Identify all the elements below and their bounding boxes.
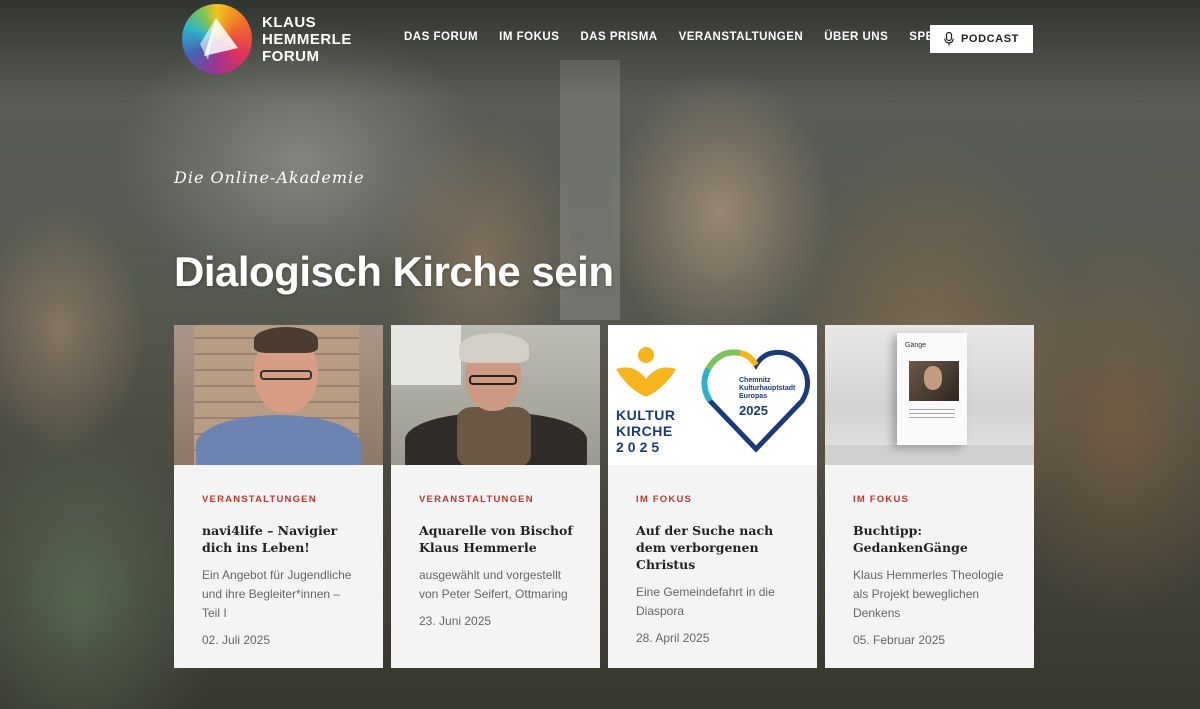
kultur-kirche-logo-icon [616, 347, 676, 397]
card-description: Eine Gemeindefahrt in die Diaspora [636, 585, 775, 618]
logo-line: HEMMERLE [262, 30, 352, 48]
card-image-book: Gänge [825, 325, 1034, 465]
site-header: KLAUS HEMMERLE FORUM DAS FORUM IM FOKUS … [0, 0, 1200, 78]
podcast-button-label: PODCAST [961, 33, 1019, 45]
card-image-portrait [391, 325, 600, 465]
teaser-card-list: VERANSTALTUNGEN navi4life – Navigier dic… [174, 325, 1034, 668]
card-title[interactable]: navi4life – Navigier dich ins Leben! [202, 522, 356, 556]
heart-logo-text: Chemnitz Kulturhauptstadt Europas 2025 [739, 377, 796, 418]
card-date: 05. Februar 2025 [853, 633, 946, 647]
card-title[interactable]: Buchtipp: GedankenGänge [853, 522, 1007, 556]
card-category[interactable]: IM FOKUS [853, 494, 1007, 505]
card-description: Ein Angebot für Jugendliche und ihre Beg… [202, 568, 352, 620]
nav-item-veranstaltungen[interactable]: VERANSTALTUNGEN [679, 31, 804, 43]
card-title[interactable]: Auf der Suche nach dem verborgenen Chris… [636, 522, 790, 573]
card-title[interactable]: Aquarelle von Bischof Klaus Hemmerle [419, 522, 573, 556]
logo-line: KLAUS [262, 13, 317, 31]
nav-item-im-fokus[interactable]: IM FOKUS [499, 31, 559, 43]
site-logo-link[interactable]: KLAUS HEMMERLE FORUM [182, 4, 352, 74]
hero-title: Dialogisch Kirche sein [174, 248, 614, 295]
card-description: ausgewählt und vorgestellt von Peter Sei… [419, 568, 568, 601]
nav-item-ueber-uns[interactable]: ÜBER UNS [824, 31, 888, 43]
microphone-icon [944, 32, 954, 46]
nav-item-das-forum[interactable]: DAS FORUM [404, 31, 478, 43]
teaser-card[interactable]: VERANSTALTUNGEN navi4life – Navigier dic… [174, 325, 383, 668]
card-date: 02. Juli 2025 [202, 633, 271, 647]
card-description: Klaus Hemmerles Theologie als Projekt be… [853, 568, 1004, 620]
card-date: 28. April 2025 [636, 631, 710, 645]
teaser-card[interactable]: KULTUR KIRCHE 2025 Chemnitz Kulturhaupts… [608, 325, 817, 668]
card-image-logos: KULTUR KIRCHE 2025 Chemnitz Kulturhaupts… [608, 325, 817, 465]
card-image-portrait [174, 325, 383, 465]
kultur-kirche-wordmark: KULTUR KIRCHE 2025 [616, 407, 676, 455]
prism-logo-icon [182, 4, 252, 74]
teaser-card[interactable]: Gänge IM FOKUS Buchtipp: GedankenGänge K… [825, 325, 1034, 668]
podcast-button[interactable]: PODCAST [930, 25, 1033, 53]
hero-kicker: Die Online-Akademie [174, 168, 365, 187]
card-date: 23. Juni 2025 [419, 614, 492, 628]
card-category[interactable]: VERANSTALTUNGEN [419, 494, 573, 505]
teaser-card[interactable]: VERANSTALTUNGEN Aquarelle von Bischof Kl… [391, 325, 600, 668]
nav-item-das-prisma[interactable]: DAS PRISMA [580, 31, 657, 43]
logo-wordmark: KLAUS HEMMERLE FORUM [262, 14, 352, 65]
logo-line: FORUM [262, 47, 320, 65]
card-category[interactable]: IM FOKUS [636, 494, 790, 505]
main-nav: DAS FORUM IM FOKUS DAS PRISMA VERANSTALT… [404, 31, 981, 43]
card-category[interactable]: VERANSTALTUNGEN [202, 494, 356, 505]
